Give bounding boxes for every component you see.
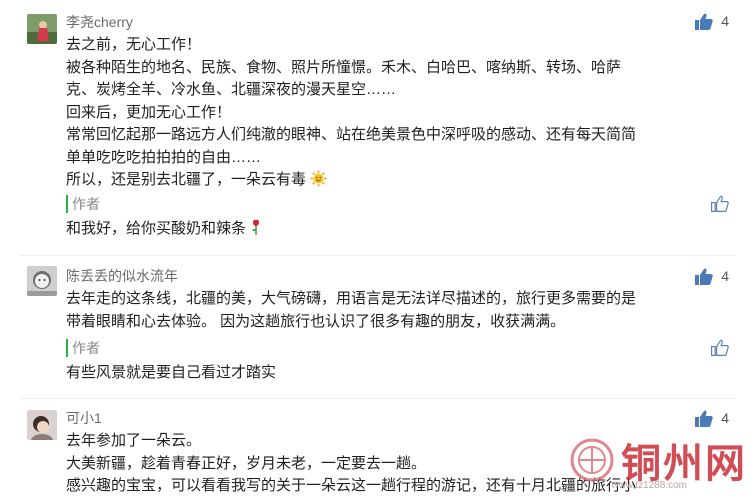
avatar[interactable] (27, 410, 57, 440)
author-tag: 作者 (66, 339, 726, 357)
watermark-seal-icon (570, 438, 614, 482)
author-reply: 作者 和我好，给你买酸奶和辣条 (66, 195, 726, 240)
avatar[interactable] (27, 14, 57, 44)
comment-line: 带着眼睛和心去体验。 因为这趟旅行也认识了很多有趣的朋友，收获满满。 (66, 312, 566, 330)
comment-line: 克、炭烤全羊、冷水鱼、北疆深夜的漫天星空…… (66, 81, 397, 98)
commenter-name[interactable]: 陈丢丢的似水流年 (66, 267, 178, 285)
author-reply: 作者 有些风景就是要自己看过才踏实 (66, 339, 726, 384)
like-button[interactable]: 4 (695, 12, 729, 30)
comment-line: 被各种陌生的地名、民族、食物、照片所憧憬。禾木、白哈巴、喀纳斯、转场、哈萨 (66, 58, 622, 76)
avatar[interactable] (27, 266, 57, 296)
comment-body: 去之前，无心工作！ 被各种陌生的地名、民族、食物、照片所憧憬。禾木、白哈巴、喀纳… (66, 34, 696, 192)
reply-like-button[interactable] (711, 195, 729, 217)
comment-line: 去年走的这条线，北疆的美，大气磅礴，用语言是无法详尽描述的，旅行更多需要的是 (66, 290, 637, 307)
thumbs-up-icon (695, 13, 713, 30)
comment-line: 去之前，无心工作！ (66, 36, 202, 53)
comment-body: 去年走的这条线，北疆的美，大气磅礴，用语言是无法详尽描述的，旅行更多需要的是 带… (66, 288, 696, 333)
thumbs-up-outline-icon (711, 195, 729, 213)
divider (20, 255, 735, 256)
commenter-name[interactable]: 李尧cherry (66, 13, 133, 31)
like-button[interactable]: 4 (695, 267, 729, 285)
thumbs-up-icon (695, 268, 713, 285)
divider (20, 398, 735, 399)
commenter-name[interactable]: 可小1 (66, 409, 102, 427)
comment-line: 常常回忆起那一路远方人们纯澈的眼神、站在绝美景色中深呼吸的感动、还有每天简简 (66, 126, 637, 143)
like-button[interactable]: 4 (695, 409, 729, 427)
comment-line: 回来后，更加无心工作！ (66, 103, 232, 121)
rose-emoji-icon (252, 219, 260, 235)
like-count: 4 (721, 268, 729, 284)
like-count: 4 (721, 13, 729, 29)
like-count: 4 (721, 410, 729, 426)
reply-like-button[interactable] (711, 339, 729, 361)
thumbs-up-icon (695, 410, 713, 427)
watermark-url: www.tz1288.com (611, 480, 687, 491)
sun-emoji-icon (310, 170, 327, 187)
comment-line: 所以，还是别去北疆了，一朵云有毒 (66, 169, 696, 192)
thumbs-up-outline-icon (711, 339, 729, 357)
author-tag: 作者 (66, 195, 726, 213)
reply-text: 和我好，给你买酸奶和辣条 (66, 218, 726, 240)
reply-text: 有些风景就是要自己看过才踏实 (66, 364, 277, 381)
comment-line: 单单吃吃吃拍拍拍的自由…… (66, 148, 262, 166)
